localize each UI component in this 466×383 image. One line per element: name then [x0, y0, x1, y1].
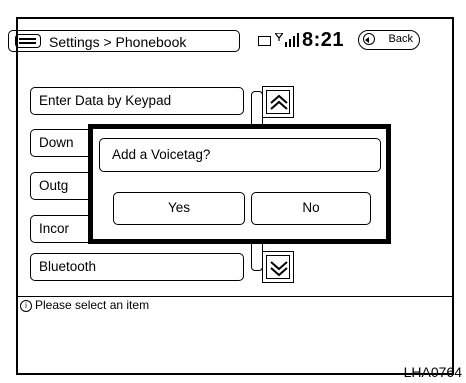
- voicetag-dialog: Add a Voicetag? Yes No: [88, 124, 391, 244]
- header-bar: Settings > Phonebook 8:21 Back: [8, 29, 428, 52]
- chevron-up-icon: [270, 94, 288, 110]
- dialog-message: Add a Voicetag?: [99, 138, 381, 172]
- keyboard-icon: [15, 34, 41, 48]
- clock-display: 8:21: [302, 29, 345, 51]
- menu-item-label: Incor: [39, 221, 70, 236]
- back-button-label: Back: [388, 33, 413, 45]
- menu-item-enter-data[interactable]: Enter Data by Keypad: [30, 87, 244, 115]
- menu-item-label: Outg: [39, 178, 69, 193]
- title-bar: Settings > Phonebook: [8, 30, 240, 52]
- yes-button[interactable]: Yes: [113, 192, 245, 225]
- menu-item-label: Down: [39, 135, 74, 150]
- figure-code: LHA0764: [403, 364, 462, 380]
- back-arrow-icon: [363, 33, 375, 45]
- scroll-up-button[interactable]: [262, 86, 294, 118]
- info-icon: i: [20, 299, 32, 312]
- menu-item-label: Bluetooth: [39, 259, 97, 274]
- status-bar: i Please select an item: [20, 298, 149, 312]
- status-text: Please select an item: [35, 298, 150, 312]
- status-divider: [18, 296, 452, 297]
- back-button[interactable]: Back: [358, 30, 420, 50]
- menu-item-label: Enter Data by Keypad: [39, 93, 172, 108]
- chevron-down-icon: [270, 261, 288, 277]
- no-button[interactable]: No: [251, 192, 371, 225]
- signal-strength-icon: [275, 33, 299, 47]
- phone-icon: [258, 36, 271, 46]
- scroll-down-button[interactable]: [262, 251, 294, 283]
- menu-item-bluetooth[interactable]: Bluetooth: [30, 253, 244, 281]
- breadcrumb-title: Settings > Phonebook: [49, 34, 187, 50]
